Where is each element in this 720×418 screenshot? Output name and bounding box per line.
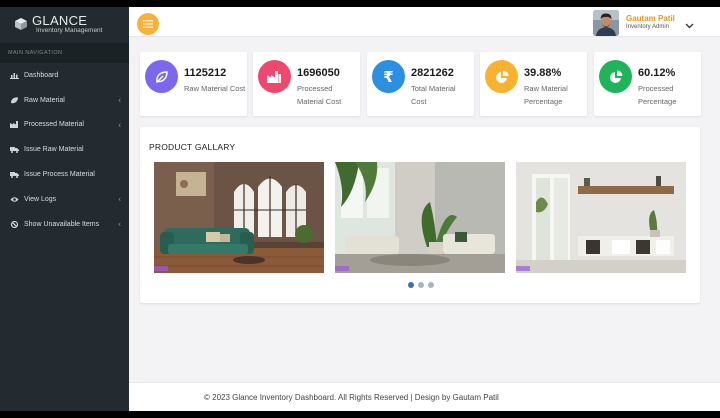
gallery-image-shelf-room[interactable]: [516, 162, 686, 273]
cube-icon: [14, 17, 28, 31]
sidebar: GLANCE Inventory Management MAIN NAVIGAT…: [0, 7, 129, 411]
footer: © 2023 Glance Inventory Dashboard. All R…: [129, 382, 720, 411]
chevron-left-icon: ‹: [118, 219, 121, 229]
brand-subtitle: Inventory Management: [36, 26, 103, 34]
stat-label: Raw Material Cost: [184, 84, 246, 93]
menu-toggle-button[interactable]: [137, 13, 159, 35]
stat-label: Processed Percentage: [638, 84, 677, 106]
stat-card-raw-material-percentage[interactable]: 39.88% Raw Material Percentage: [480, 52, 587, 116]
sidebar-item-issue-process-material[interactable]: Issue Process Material: [0, 162, 129, 187]
sidebar-item-label: Processed Material: [24, 121, 84, 129]
sidebar-item-label: Issue Process Material: [24, 171, 95, 179]
stat-card-total-material-cost[interactable]: ₹ 2821262 Total Material Cost: [367, 52, 474, 116]
carousel-indicators: [408, 282, 434, 288]
gallery-title: PRODUCT GALLARY: [149, 142, 236, 152]
sidebar-item-label: Issue Raw Material: [24, 146, 84, 154]
chevron-left-icon: ‹: [118, 95, 121, 105]
pie-chart-icon: [599, 60, 632, 93]
stat-value: 60.12%: [638, 67, 676, 79]
sidebar-item-issue-raw-material[interactable]: Issue Raw Material: [0, 137, 129, 162]
carousel-dot[interactable]: [418, 282, 424, 288]
ban-icon: [10, 220, 19, 228]
eye-icon: [10, 196, 19, 203]
sidebar-item-dashboard[interactable]: Dashboard: [0, 63, 129, 88]
sidebar-item-label: Show Unavailable Items: [24, 220, 100, 228]
gallery-image-living-room[interactable]: [154, 162, 324, 273]
sidebar-item-raw-material[interactable]: Raw Material ‹: [0, 88, 129, 113]
list-icon: [143, 15, 153, 33]
stat-card-raw-material-cost[interactable]: 1125212 Raw Material Cost: [140, 52, 247, 116]
sidebar-item-label: Dashboard: [24, 71, 59, 79]
rupee-icon: ₹: [372, 60, 405, 93]
stat-card-processed-percentage[interactable]: 60.12% Processed Percentage: [594, 52, 701, 116]
stat-label: Raw Material Percentage: [524, 84, 568, 106]
sidebar-item-processed-material[interactable]: Processed Material ‹: [0, 113, 129, 138]
carousel-dot[interactable]: [408, 282, 414, 288]
leaf-icon: [10, 97, 19, 104]
brand[interactable]: GLANCE Inventory Management: [0, 7, 129, 41]
bar-chart-icon: [10, 72, 19, 79]
sidebar-item-show-unavailable-items[interactable]: Show Unavailable Items ‹: [0, 212, 129, 237]
stats-row: 1125212 Raw Material Cost 1696050 Proces…: [140, 52, 701, 117]
stat-card-processed-material-cost[interactable]: 1696050 Processed Material Cost: [253, 52, 360, 116]
stat-label: Total Material Cost: [411, 84, 456, 106]
stat-label: Processed Material Cost: [297, 84, 342, 106]
carousel-dot[interactable]: [428, 282, 434, 288]
leaf-icon: [145, 60, 178, 93]
product-gallery: PRODUCT GALLARY: [140, 127, 700, 303]
nav-header: MAIN NAVIGATION: [0, 43, 129, 63]
truck-icon: [10, 146, 19, 154]
stat-value: 1696050: [297, 67, 340, 79]
stat-value: 2821262: [411, 67, 454, 79]
factory-icon: [10, 121, 19, 129]
sidebar-item-view-logs[interactable]: View Logs ‹: [0, 187, 129, 212]
truck-icon: [10, 171, 19, 179]
sidebar-item-label: Raw Material: [24, 96, 65, 104]
brand-title: GLANCE: [32, 12, 88, 28]
chevron-left-icon: ‹: [118, 194, 121, 204]
chevron-down-icon[interactable]: [685, 16, 694, 34]
user-role: Inventory Admin: [626, 24, 670, 31]
topbar: Gautam Patil Inventory Admin: [129, 7, 720, 37]
user-name: Gautam Patil: [626, 14, 675, 24]
factory-icon: [258, 60, 291, 93]
nav-list: Dashboard Raw Material ‹ Processed Mater…: [0, 63, 129, 237]
app-window: GLANCE Inventory Management MAIN NAVIGAT…: [0, 7, 720, 411]
chevron-left-icon: ‹: [118, 120, 121, 130]
stat-value: 39.88%: [524, 67, 562, 79]
user-menu[interactable]: Gautam Patil Inventory Admin: [593, 9, 694, 37]
stat-value: 1125212: [184, 67, 227, 79]
avatar: [593, 10, 619, 36]
gallery-image-plant-room[interactable]: [335, 162, 505, 273]
footer-text: © 2023 Glance Inventory Dashboard. All R…: [204, 392, 499, 402]
sidebar-item-label: View Logs: [24, 195, 57, 203]
pie-chart-icon: [485, 60, 518, 93]
